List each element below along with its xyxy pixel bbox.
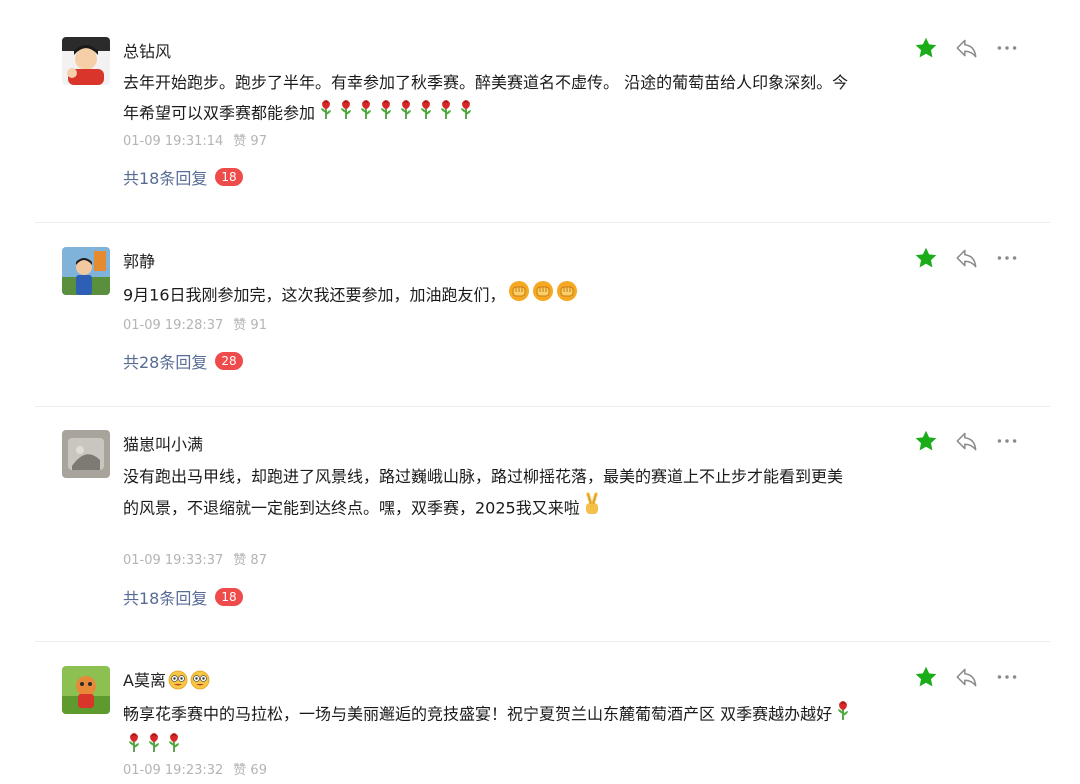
rose-emoji: [437, 98, 455, 130]
comment-time: 01-09 19:28:37: [123, 318, 224, 333]
comment-text-body: 畅享花季赛中的马拉松，一场与美丽邂逅的竞技盛宴！祝宁夏贺兰山东麓葡萄酒产区 双季…: [123, 704, 833, 724]
comment-time: 01-09 19:31:14: [123, 134, 224, 149]
reply-icon[interactable]: [954, 428, 980, 454]
rose-emoji: [834, 699, 852, 731]
rose-emoji: [357, 98, 375, 130]
rose-emoji: [397, 98, 415, 130]
like-count: 赞 97: [233, 134, 267, 149]
divider: [35, 406, 1050, 407]
comment-time: 01-09 19:33:37: [123, 553, 224, 568]
comment-username: A莫离: [123, 667, 210, 694]
emoji-row: [580, 492, 602, 518]
avatar[interactable]: [62, 247, 110, 295]
reply-icon[interactable]: [954, 35, 980, 61]
comment-actions: [913, 664, 1033, 690]
rose-emoji: [417, 98, 435, 130]
comment-actions: [913, 428, 1033, 454]
star-icon[interactable]: [913, 664, 939, 690]
star-eyes-emoji: [190, 670, 210, 694]
fist-emoji: [532, 280, 554, 312]
comment-time: 01-09 19:23:32: [123, 763, 224, 778]
more-icon[interactable]: [994, 245, 1020, 271]
avatar[interactable]: [62, 430, 110, 478]
star-icon[interactable]: [913, 245, 939, 271]
comment-text: 没有跑出马甲线，却跑进了风景线，路过巍峨山脉，路过柳摇花落，最美的赛道上不止步才…: [123, 462, 853, 526]
star-icon[interactable]: [913, 35, 939, 61]
reply-icon[interactable]: [954, 664, 980, 690]
comment-meta: 01-09 19:33:37 赞 87: [123, 549, 267, 568]
avatar[interactable]: [62, 666, 110, 714]
comment-meta: 01-09 19:31:14 赞 97: [123, 130, 267, 149]
reply-icon[interactable]: [954, 245, 980, 271]
replies-label: 共18条回复: [123, 169, 208, 188]
comment-meta: 01-09 19:28:37 赞 91: [123, 314, 267, 333]
comment-text-body: 去年开始跑步。跑步了半年。有幸参加了秋季赛。醉美赛道名不虚传。 沿途的葡萄苗给人…: [123, 73, 849, 123]
view-replies-link[interactable]: 共18条回复 18: [123, 165, 243, 189]
more-icon[interactable]: [994, 35, 1020, 61]
emoji-row: [506, 281, 578, 305]
username-text: A莫离: [123, 671, 166, 690]
like-count: 赞 87: [233, 553, 267, 568]
star-icon[interactable]: [913, 428, 939, 454]
comment-text: 去年开始跑步。跑步了半年。有幸参加了秋季赛。醉美赛道名不虚传。 沿途的葡萄苗给人…: [123, 68, 853, 130]
more-icon[interactable]: [994, 664, 1020, 690]
replies-label: 共28条回复: [123, 353, 208, 372]
emoji-row: [315, 100, 475, 123]
comment-actions: [913, 245, 1033, 271]
fist-emoji: [508, 280, 530, 312]
username-emoji-row: [166, 670, 210, 690]
reply-count-badge: 28: [215, 352, 243, 370]
reply-count-badge: 18: [215, 168, 243, 186]
rose-emoji: [337, 98, 355, 130]
view-replies-link[interactable]: 共18条回复 18: [123, 585, 243, 609]
rose-emoji: [377, 98, 395, 130]
victory-hand-emoji: [582, 492, 602, 526]
comment-text-body: 9月16日我刚参加完，这次我还要参加，加油跑友们，: [123, 285, 506, 305]
reply-count-badge: 18: [215, 588, 243, 606]
divider: [35, 222, 1050, 223]
comment-text-body: 没有跑出马甲线，却跑进了风景线，路过巍峨山脉，路过柳摇花落，最美的赛道上不止步才…: [123, 467, 844, 518]
like-count: 赞 69: [233, 763, 267, 778]
comment-username: 总钻风: [123, 42, 172, 61]
rose-emoji: [457, 98, 475, 130]
divider: [35, 641, 1050, 642]
replies-label: 共18条回复: [123, 589, 208, 608]
view-replies-link[interactable]: 共28条回复 28: [123, 349, 243, 373]
comment-text: 畅享花季赛中的马拉松，一场与美丽邂逅的竞技盛宴！祝宁夏贺兰山东麓葡萄酒产区 双季…: [123, 699, 853, 763]
comment-username: 郭静: [123, 252, 156, 271]
avatar[interactable]: [62, 37, 110, 85]
like-count: 赞 91: [233, 318, 267, 333]
comment-actions: [913, 35, 1033, 61]
more-icon[interactable]: [994, 428, 1020, 454]
rose-emoji: [317, 98, 335, 130]
comment-meta: 01-09 19:23:32 赞 69: [123, 759, 267, 778]
star-eyes-emoji: [168, 670, 188, 694]
fist-emoji: [556, 280, 578, 312]
comment-username: 猫崽叫小满: [123, 435, 204, 454]
comment-text: 9月16日我刚参加完，这次我还要参加，加油跑友们，: [123, 280, 853, 312]
